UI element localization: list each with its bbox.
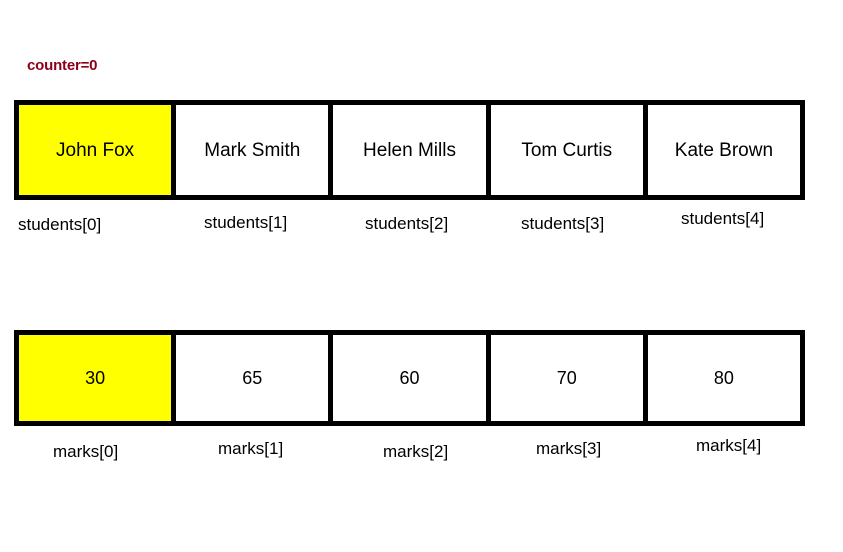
marks-cell-0[interactable]: 30	[19, 335, 177, 421]
marks-cell-3[interactable]: 70	[490, 335, 648, 421]
marks-index-label-3: marks[3]	[536, 439, 602, 458]
marks-index-label-0: marks[0]	[53, 442, 119, 461]
students-cell-4-value: Kate Brown	[674, 139, 774, 161]
marks-cell-0-value: 30	[85, 368, 106, 388]
students-cell-0-value: John Fox	[56, 139, 135, 161]
students-index-label-1: students[1]	[204, 213, 288, 232]
marks-index-label-2: marks[2]	[383, 442, 449, 461]
students-cell-0[interactable]: John Fox	[19, 105, 177, 195]
students-index-label-2: students[2]	[365, 214, 449, 233]
students-cell-4[interactable]: Kate Brown	[647, 105, 801, 195]
students-array-table: John Fox Mark Smith Helen Mills Tom Curt…	[14, 100, 805, 200]
students-cell-1-value: Mark Smith	[204, 139, 301, 161]
students-index-label-0: students[0]	[18, 215, 102, 234]
students-cell-2[interactable]: Helen Mills	[333, 105, 491, 195]
marks-cell-4-value: 80	[713, 368, 734, 388]
students-cell-2-value: Helen Mills	[363, 139, 456, 161]
counter-annotation: counter=0	[27, 57, 98, 74]
marks-cell-1[interactable]: 65	[176, 335, 334, 421]
students-cell-3-value: Tom Curtis	[521, 139, 613, 161]
marks-cell-2[interactable]: 60	[333, 335, 491, 421]
marks-cell-3-value: 70	[556, 368, 577, 388]
students-index-label-3: students[3]	[521, 214, 605, 233]
marks-index-label-4: marks[4]	[696, 436, 762, 455]
students-index-label-4: students[4]	[681, 209, 765, 228]
marks-array-table: 30 65 60 70 80	[14, 330, 805, 426]
marks-cell-4[interactable]: 80	[647, 335, 801, 421]
students-cell-3[interactable]: Tom Curtis	[490, 105, 648, 195]
marks-cell-1-value: 65	[242, 368, 263, 388]
students-cell-1[interactable]: Mark Smith	[176, 105, 334, 195]
marks-index-label-1: marks[1]	[218, 439, 284, 458]
marks-cell-2-value: 60	[399, 368, 420, 388]
